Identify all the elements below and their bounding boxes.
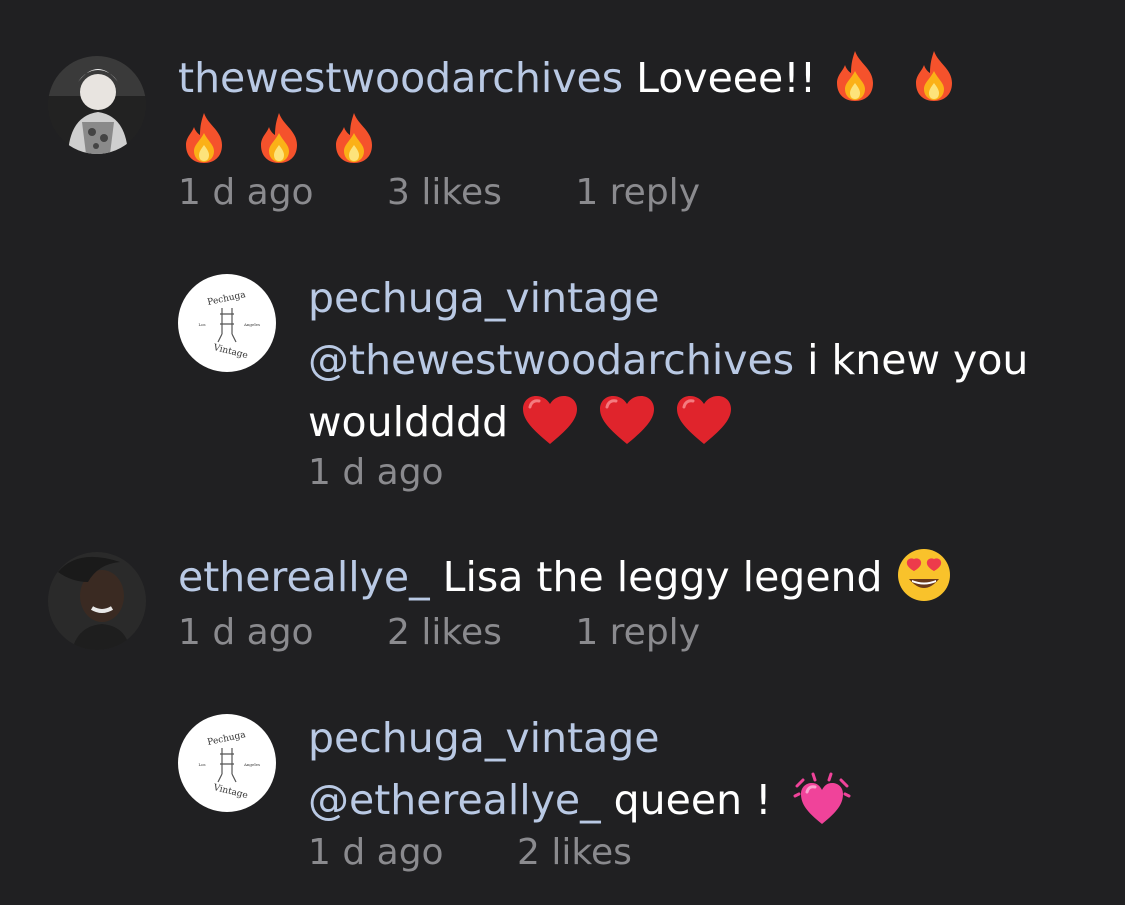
comment-timestamp: 1 d ago [178,612,314,653]
avatar[interactable] [48,552,146,650]
heart-eyes-icon [896,547,952,603]
fire-icon [253,111,305,165]
fire-icon [829,49,881,103]
vibrating-heart-icon [793,768,851,828]
avatar[interactable] [48,56,146,154]
red-heart-icon [598,394,656,446]
svg-text:Angeles: Angeles [243,762,260,767]
svg-text:Angeles: Angeles [243,322,260,327]
comment-text: queen ! [613,776,772,824]
mention-link[interactable]: @ethereallye_ [308,776,601,824]
fire-icon [908,49,960,103]
svg-text:Los: Los [198,762,205,767]
red-heart-icon [675,394,733,446]
red-heart-icon [521,394,579,446]
avatar[interactable]: Pechuga Vintage Los Angeles [178,714,276,812]
comment-text: Lisa the leggy legend [442,553,883,601]
reply-button[interactable]: 1 reply [575,172,700,213]
comment-timestamp: 1 d ago [308,832,444,873]
likes-count[interactable]: 3 likes [387,172,502,213]
reply-button[interactable]: 1 reply [575,612,700,653]
svg-text:Los: Los [198,322,205,327]
comment-text: wouldddd [308,398,509,446]
comment-username[interactable]: ethereallye_ [178,553,430,601]
mention-link[interactable]: @thewestwoodarchives [308,336,794,384]
comment-timestamp: 1 d ago [308,452,444,493]
comment-text: i knew you [807,336,1029,384]
fire-icon [178,111,230,165]
likes-count[interactable]: 2 likes [387,612,502,653]
likes-count[interactable]: 2 likes [517,832,632,873]
avatar[interactable]: Pechuga Vintage Los Angeles [178,274,276,372]
fire-icon [328,111,380,165]
comment-username[interactable]: pechuga_vintage [308,714,660,762]
comment-text: Loveee!! [636,54,817,102]
comment-username[interactable]: pechuga_vintage [308,274,660,322]
comment-username[interactable]: thewestwoodarchives [178,54,623,102]
comment-timestamp: 1 d ago [178,172,314,213]
